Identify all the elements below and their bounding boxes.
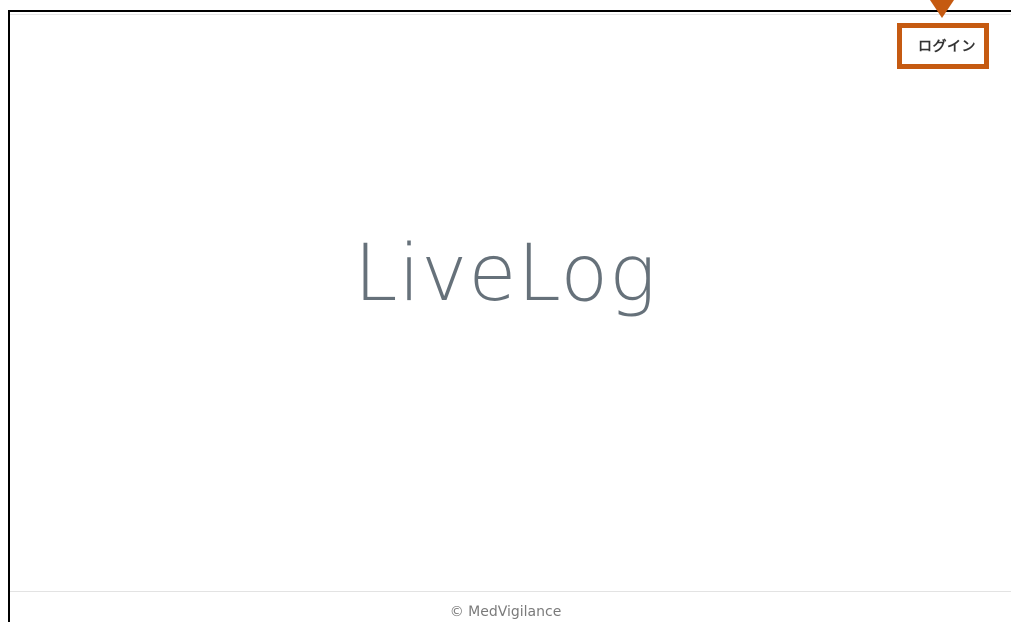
annotation-arrow-icon [930,0,954,18]
footer-copyright: © MedVigilance [449,604,562,620]
header-divider [10,14,1011,15]
footer-divider [10,591,1011,592]
brand-title: LiveLog [354,229,657,319]
annotation-highlight-box [897,23,989,69]
